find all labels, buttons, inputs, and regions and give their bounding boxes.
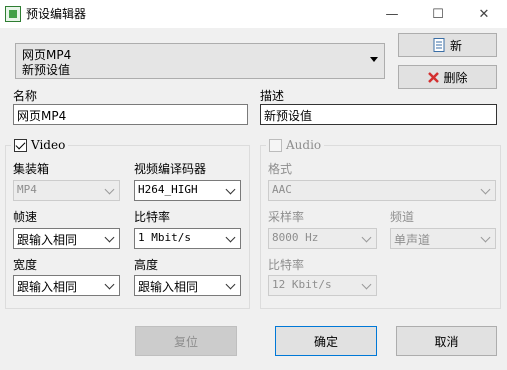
preset-dropdown[interactable]: 网页MP4 新预设值 <box>15 43 385 79</box>
name-label: 名称 <box>13 89 38 103</box>
audio-group-header: Audio <box>266 137 325 153</box>
description-input[interactable]: 新预设值 <box>260 104 497 125</box>
codec-label: 视频编译码器 <box>134 162 207 176</box>
chevron-down-icon <box>225 184 236 195</box>
chevron-down-icon <box>480 184 491 195</box>
video-enable-checkbox[interactable] <box>14 138 27 152</box>
maximize-button[interactable]: ☐ <box>415 0 461 28</box>
app-icon <box>5 6 21 22</box>
width-value: 跟输入相同 <box>17 280 78 294</box>
new-document-icon <box>433 38 445 52</box>
width-select[interactable]: 跟输入相同 <box>13 275 120 296</box>
samplerate-label: 采样率 <box>268 210 305 224</box>
delete-button-label: 删除 <box>443 70 468 85</box>
new-button-label: 新 <box>449 38 462 53</box>
height-select[interactable]: 跟输入相同 <box>134 275 241 296</box>
channels-select[interactable]: 单声道 <box>390 228 496 249</box>
video-legend: Video <box>31 138 66 152</box>
title-bar: 预设编辑器 — ☐ ✕ <box>0 0 507 28</box>
chevron-down-icon <box>225 279 236 290</box>
height-value: 跟输入相同 <box>138 280 199 294</box>
samplerate-select[interactable]: 8000 Hz <box>268 228 377 249</box>
chevron-down-icon <box>370 57 378 62</box>
video-bitrate-select[interactable]: 1 Mbit/s <box>134 228 241 249</box>
height-label: 高度 <box>134 258 159 272</box>
codec-select[interactable]: H264_HIGH <box>134 180 241 201</box>
reset-button-label: 复位 <box>173 334 198 349</box>
samplerate-value: 8000 Hz <box>272 231 319 244</box>
cancel-button-label: 取消 <box>434 334 459 349</box>
minimize-button[interactable]: — <box>369 0 415 28</box>
chevron-down-icon <box>361 232 372 243</box>
delete-x-icon <box>428 71 440 83</box>
channels-label: 频道 <box>390 210 415 224</box>
framerate-label: 帧速 <box>13 210 38 224</box>
container-select[interactable]: MP4 <box>13 180 120 201</box>
audio-legend: Audio <box>286 138 322 152</box>
audio-bitrate-label: 比特率 <box>268 258 305 272</box>
format-label: 格式 <box>268 162 293 176</box>
framerate-select[interactable]: 跟输入相同 <box>13 228 120 249</box>
window-title: 预设编辑器 <box>26 7 87 21</box>
audio-enable-checkbox[interactable] <box>269 138 282 152</box>
chevron-down-icon <box>104 184 115 195</box>
format-value: AAC <box>272 183 292 196</box>
video-bitrate-value: 1 Mbit/s <box>138 231 191 244</box>
codec-value: H264_HIGH <box>138 183 198 196</box>
chevron-down-icon <box>225 232 236 243</box>
ok-button-label: 确定 <box>313 334 338 349</box>
chevron-down-icon <box>104 279 115 290</box>
container-label: 集装箱 <box>13 162 50 176</box>
video-group-header: Video <box>11 137 69 153</box>
close-button[interactable]: ✕ <box>461 0 507 28</box>
width-label: 宽度 <box>13 258 38 272</box>
new-preset-button[interactable]: 新 <box>398 33 497 57</box>
name-input[interactable]: 网页MP4 <box>13 104 248 125</box>
format-select[interactable]: AAC <box>268 180 496 201</box>
audio-bitrate-value: 12 Kbit/s <box>272 278 332 291</box>
ok-button[interactable]: 确定 <box>275 326 377 356</box>
reset-button[interactable]: 复位 <box>135 326 237 356</box>
chevron-down-icon <box>104 232 115 243</box>
channels-value: 单声道 <box>394 233 431 247</box>
audio-bitrate-select[interactable]: 12 Kbit/s <box>268 275 377 296</box>
container-value: MP4 <box>17 183 37 196</box>
video-bitrate-label: 比特率 <box>134 210 171 224</box>
framerate-value: 跟输入相同 <box>17 233 78 247</box>
cancel-button[interactable]: 取消 <box>396 326 497 356</box>
delete-preset-button[interactable]: 删除 <box>398 65 497 89</box>
chevron-down-icon <box>480 232 491 243</box>
chevron-down-icon <box>361 279 372 290</box>
preset-description: 新预设值 <box>22 63 71 77</box>
description-label: 描述 <box>260 89 285 103</box>
